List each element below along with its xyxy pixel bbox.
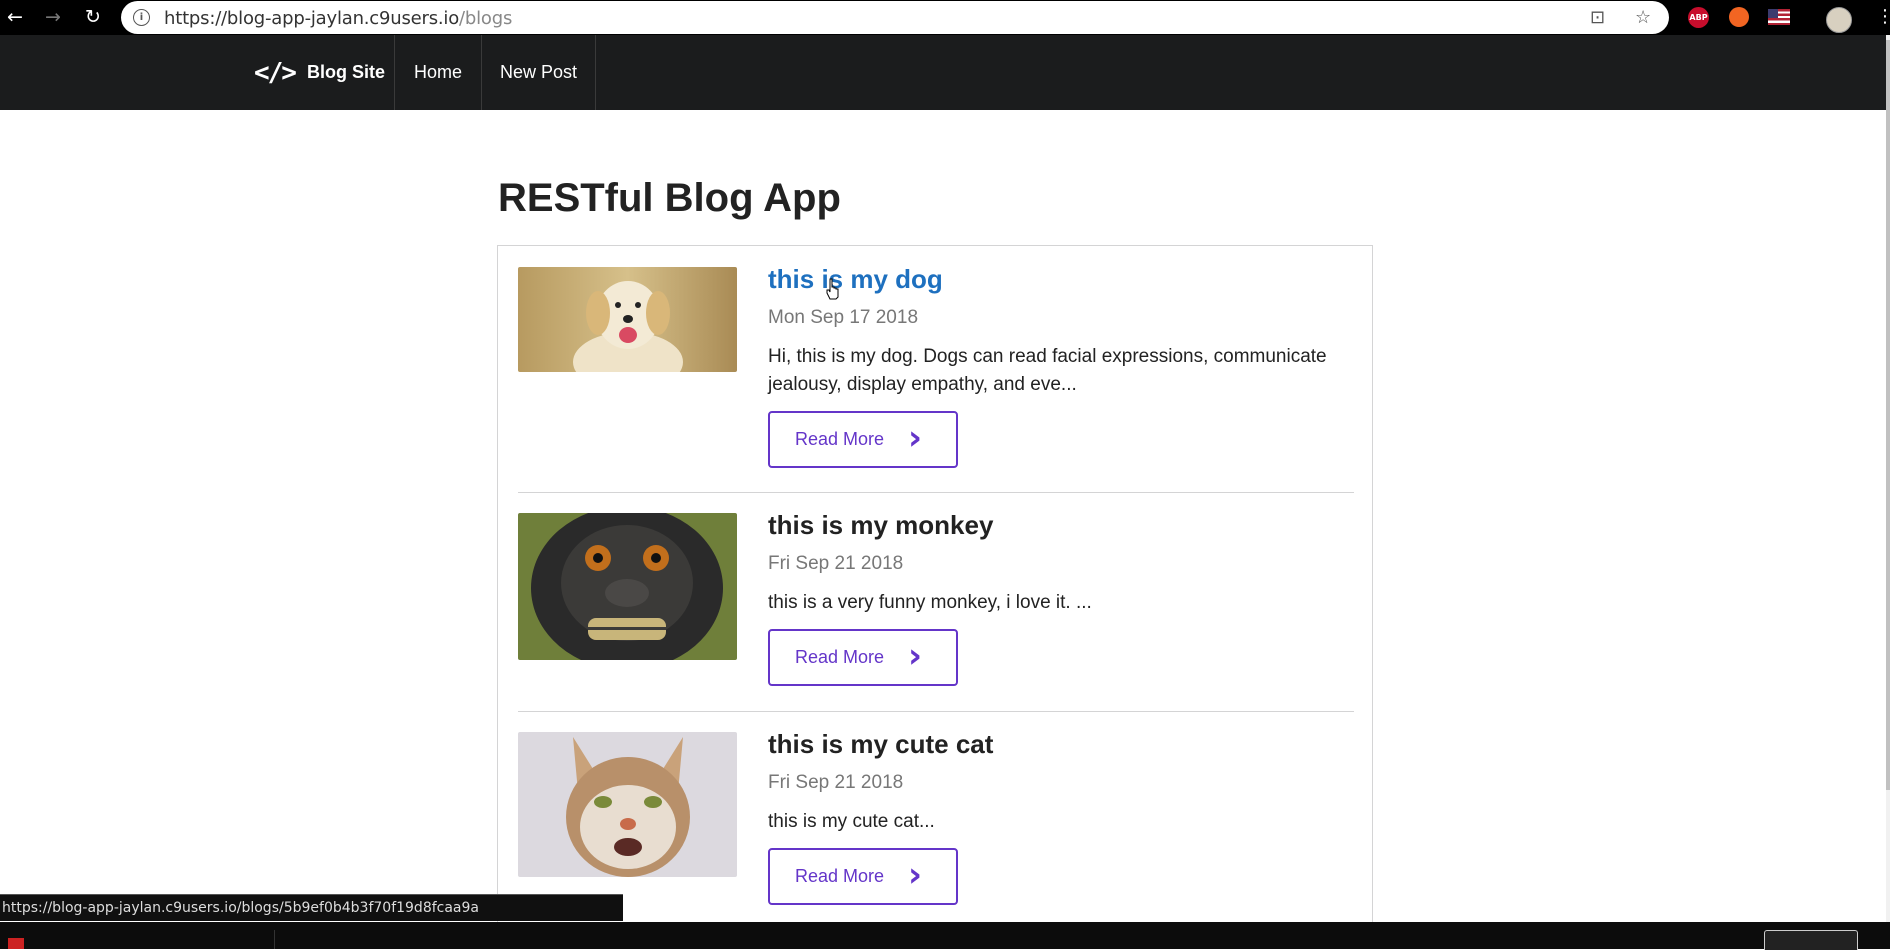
posts-list: this is my dog Mon Sep 17 2018 Hi, this … bbox=[497, 245, 1373, 949]
adblock-plus-icon[interactable]: ABP bbox=[1688, 7, 1709, 28]
read-more-button[interactable]: Read More › bbox=[768, 411, 958, 468]
post-date: Mon Sep 17 2018 bbox=[768, 307, 919, 328]
code-icon: </> bbox=[254, 57, 297, 88]
hand-cursor-icon bbox=[826, 278, 839, 300]
show-all-button[interactable] bbox=[1764, 930, 1858, 950]
address-url[interactable]: https://blog-app-jaylan.c9users.io/blogs bbox=[164, 8, 512, 29]
taskbar-app-icon[interactable] bbox=[8, 938, 24, 949]
bookmark-star-icon[interactable]: ☆ bbox=[1635, 7, 1651, 28]
read-more-button[interactable]: Read More › bbox=[768, 629, 958, 686]
nav-new-post-link[interactable]: New Post bbox=[481, 35, 596, 110]
page-title: RESTful Blog App bbox=[498, 176, 841, 220]
browser-toolbar: ← → ↻ i https://blog-app-jaylan.c9users.… bbox=[0, 0, 1890, 35]
forward-arrow-icon[interactable]: → bbox=[42, 6, 64, 28]
site-info-icon[interactable]: i bbox=[133, 9, 150, 26]
divider bbox=[518, 711, 1354, 712]
post-title-link[interactable]: this is my cute cat bbox=[768, 729, 993, 760]
post-title-link[interactable]: this is my monkey bbox=[768, 510, 993, 541]
address-bar[interactable]: i https://blog-app-jaylan.c9users.io/blo… bbox=[121, 1, 1669, 34]
status-bar-url: https://blog-app-jaylan.c9users.io/blogs… bbox=[0, 894, 623, 921]
nav-home-link[interactable]: Home bbox=[394, 35, 481, 110]
chevron-right-icon: › bbox=[908, 636, 923, 676]
brand[interactable]: </> Blog Site bbox=[254, 35, 385, 110]
post-excerpt: this is a very funny monkey, i love it. … bbox=[768, 592, 1092, 613]
post-title-link[interactable]: this is my dog bbox=[768, 264, 943, 295]
dog-photo bbox=[518, 267, 737, 372]
profile-avatar-icon[interactable] bbox=[1826, 7, 1852, 33]
back-arrow-icon[interactable]: ← bbox=[4, 6, 26, 28]
post-date: Fri Sep 21 2018 bbox=[768, 553, 904, 574]
monkey-photo bbox=[518, 513, 737, 660]
translate-icon[interactable]: ⊡ bbox=[1590, 7, 1605, 28]
post-excerpt: Hi, this is my dog. Dogs can read facial… bbox=[768, 346, 1327, 395]
brand-label: Blog Site bbox=[306, 62, 385, 82]
post-excerpt: this is my cute cat... bbox=[768, 811, 935, 832]
post-date: Fri Sep 21 2018 bbox=[768, 772, 904, 793]
us-flag-icon[interactable] bbox=[1768, 9, 1790, 25]
chevron-right-icon: › bbox=[908, 855, 923, 895]
site-navbar: </> Blog Site Home New Post bbox=[0, 35, 1886, 110]
scrollbar-thumb[interactable] bbox=[1886, 40, 1890, 790]
extension-fire-icon[interactable] bbox=[1729, 7, 1749, 27]
reload-icon[interactable]: ↻ bbox=[82, 6, 104, 28]
divider bbox=[518, 492, 1354, 493]
cat-photo bbox=[518, 732, 737, 877]
taskbar-separator bbox=[274, 930, 275, 949]
browser-menu-icon[interactable]: ⋮ bbox=[1876, 6, 1890, 27]
os-taskbar bbox=[0, 922, 1890, 950]
read-more-button[interactable]: Read More › bbox=[768, 848, 958, 905]
chevron-right-icon: › bbox=[908, 418, 923, 458]
